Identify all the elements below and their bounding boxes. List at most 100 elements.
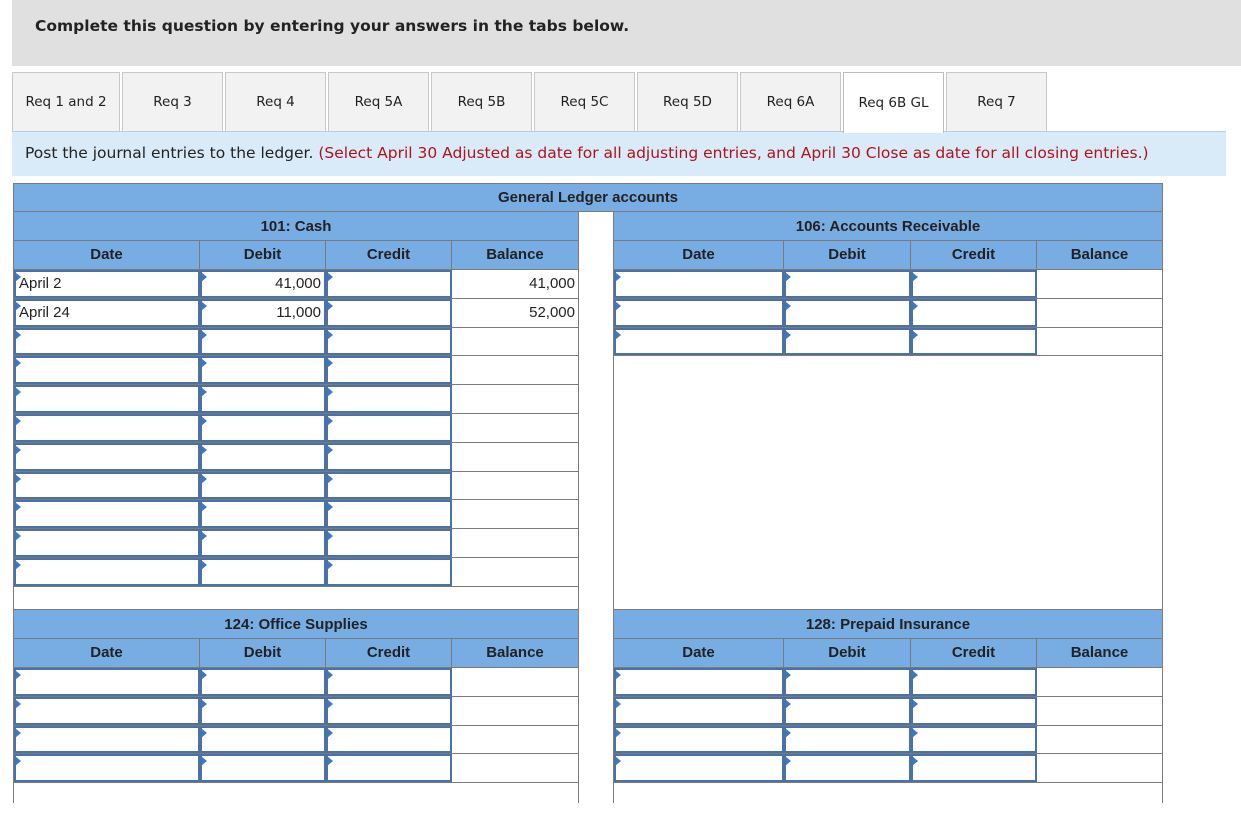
tab-req-1-and-2[interactable]: Req 1 and 2 bbox=[12, 72, 120, 131]
tab-req-6a[interactable]: Req 6A bbox=[740, 72, 841, 131]
credit-input[interactable] bbox=[326, 356, 452, 385]
debit-input[interactable] bbox=[200, 557, 326, 586]
date-input[interactable] bbox=[14, 529, 200, 557]
date-input[interactable] bbox=[614, 270, 784, 298]
balance-value bbox=[1037, 270, 1162, 298]
credit-input[interactable] bbox=[326, 557, 452, 586]
ledger-row bbox=[14, 385, 578, 414]
credit-input[interactable] bbox=[326, 725, 452, 754]
banner-text: Complete this question by entering your … bbox=[35, 17, 630, 35]
date-input[interactable] bbox=[14, 696, 200, 725]
date-input[interactable] bbox=[614, 754, 784, 783]
credit-input[interactable] bbox=[326, 413, 452, 442]
dropdown-marker-icon bbox=[328, 387, 333, 398]
debit-input[interactable] bbox=[200, 668, 326, 696]
date-input[interactable] bbox=[14, 442, 200, 471]
tab-req-6b-gl[interactable]: Req 6B GL bbox=[843, 72, 944, 133]
credit-input[interactable] bbox=[326, 696, 452, 725]
instruction-note: (Select April 30 Adjusted as date for al… bbox=[318, 144, 1149, 162]
debit-input[interactable] bbox=[200, 529, 326, 557]
debit-input[interactable] bbox=[784, 270, 911, 298]
date-input[interactable] bbox=[14, 668, 200, 696]
debit-input[interactable] bbox=[200, 471, 326, 500]
credit-input[interactable] bbox=[911, 754, 1037, 783]
account-office-supplies: 124: Office Supplies Date Debit Credit Balan… bbox=[13, 609, 579, 803]
credit-input[interactable] bbox=[326, 270, 452, 298]
date-input[interactable] bbox=[614, 298, 784, 327]
tab-req-5d[interactable]: Req 5D bbox=[637, 72, 738, 131]
date-input[interactable] bbox=[14, 754, 200, 783]
credit-input[interactable] bbox=[326, 529, 452, 557]
date-input[interactable] bbox=[14, 557, 200, 586]
credit-input[interactable] bbox=[326, 754, 452, 783]
date-input[interactable] bbox=[614, 725, 784, 754]
requirement-tabs: Req 1 and 2 Req 3 Req 4 Req 5A Req 5B Req 5C R… bbox=[12, 72, 1049, 133]
date-input[interactable] bbox=[14, 385, 200, 413]
date-input[interactable] bbox=[614, 327, 784, 356]
dropdown-marker-icon bbox=[16, 727, 21, 738]
dropdown-marker-icon bbox=[328, 415, 333, 426]
balance-value bbox=[1037, 299, 1162, 327]
credit-input[interactable] bbox=[911, 298, 1037, 327]
date-input[interactable] bbox=[14, 356, 200, 385]
tab-req-7[interactable]: Req 7 bbox=[946, 72, 1047, 131]
debit-input[interactable]: 41,000 bbox=[200, 270, 326, 298]
debit-input[interactable] bbox=[200, 385, 326, 413]
credit-input[interactable] bbox=[326, 442, 452, 471]
balance-value bbox=[452, 529, 578, 557]
debit-input[interactable] bbox=[784, 327, 911, 356]
column-headers: Date Debit Credit Balance bbox=[14, 241, 578, 270]
date-input[interactable]: April 24 bbox=[14, 298, 200, 327]
tab-req-3[interactable]: Req 3 bbox=[122, 72, 223, 131]
debit-input[interactable] bbox=[200, 725, 326, 754]
debit-input[interactable] bbox=[784, 668, 911, 696]
date-input[interactable] bbox=[14, 327, 200, 356]
credit-input[interactable] bbox=[326, 668, 452, 696]
credit-input[interactable] bbox=[911, 668, 1037, 696]
debit-input[interactable] bbox=[784, 725, 911, 754]
credit-input[interactable] bbox=[911, 327, 1037, 356]
debit-input[interactable] bbox=[200, 754, 326, 783]
balance-value bbox=[1037, 697, 1162, 725]
dropdown-marker-icon bbox=[16, 670, 21, 680]
debit-input[interactable] bbox=[200, 442, 326, 471]
debit-input[interactable] bbox=[200, 356, 326, 385]
debit-input[interactable] bbox=[200, 696, 326, 725]
date-input[interactable] bbox=[14, 413, 200, 442]
tab-req-4[interactable]: Req 4 bbox=[225, 72, 326, 131]
debit-input[interactable] bbox=[784, 754, 911, 783]
credit-input[interactable] bbox=[326, 471, 452, 500]
credit-input[interactable] bbox=[911, 696, 1037, 725]
date-input[interactable] bbox=[14, 725, 200, 754]
date-input[interactable] bbox=[614, 668, 784, 696]
column-header-date: Date bbox=[614, 241, 784, 269]
tab-req-5a[interactable]: Req 5A bbox=[328, 72, 429, 131]
debit-input[interactable] bbox=[784, 298, 911, 327]
date-input[interactable] bbox=[14, 471, 200, 500]
debit-input[interactable] bbox=[200, 413, 326, 442]
ledger-row bbox=[614, 754, 1162, 784]
credit-input[interactable] bbox=[326, 327, 452, 356]
debit-input[interactable] bbox=[200, 500, 326, 529]
dropdown-marker-icon bbox=[202, 387, 207, 398]
credit-input[interactable] bbox=[911, 270, 1037, 298]
debit-input[interactable] bbox=[200, 327, 326, 356]
dropdown-marker-icon bbox=[202, 473, 207, 484]
credit-input[interactable] bbox=[911, 725, 1037, 754]
dropdown-marker-icon bbox=[913, 698, 918, 709]
debit-input[interactable] bbox=[784, 696, 911, 725]
date-input[interactable] bbox=[614, 696, 784, 725]
credit-input[interactable] bbox=[326, 385, 452, 413]
debit-input[interactable]: 11,000 bbox=[200, 298, 326, 327]
credit-input[interactable] bbox=[326, 500, 452, 529]
instructions-banner: Complete this question by entering your … bbox=[12, 0, 1241, 66]
date-input[interactable] bbox=[14, 500, 200, 529]
credit-input[interactable] bbox=[326, 298, 452, 327]
tab-req-5c[interactable]: Req 5C bbox=[534, 72, 635, 131]
date-input[interactable]: April 2 bbox=[14, 270, 200, 298]
ledger-row bbox=[614, 668, 1162, 697]
dropdown-marker-icon bbox=[786, 698, 791, 709]
tab-req-5b[interactable]: Req 5B bbox=[431, 72, 532, 131]
column-header-balance: Balance bbox=[486, 246, 544, 263]
ledger-row bbox=[14, 725, 578, 755]
